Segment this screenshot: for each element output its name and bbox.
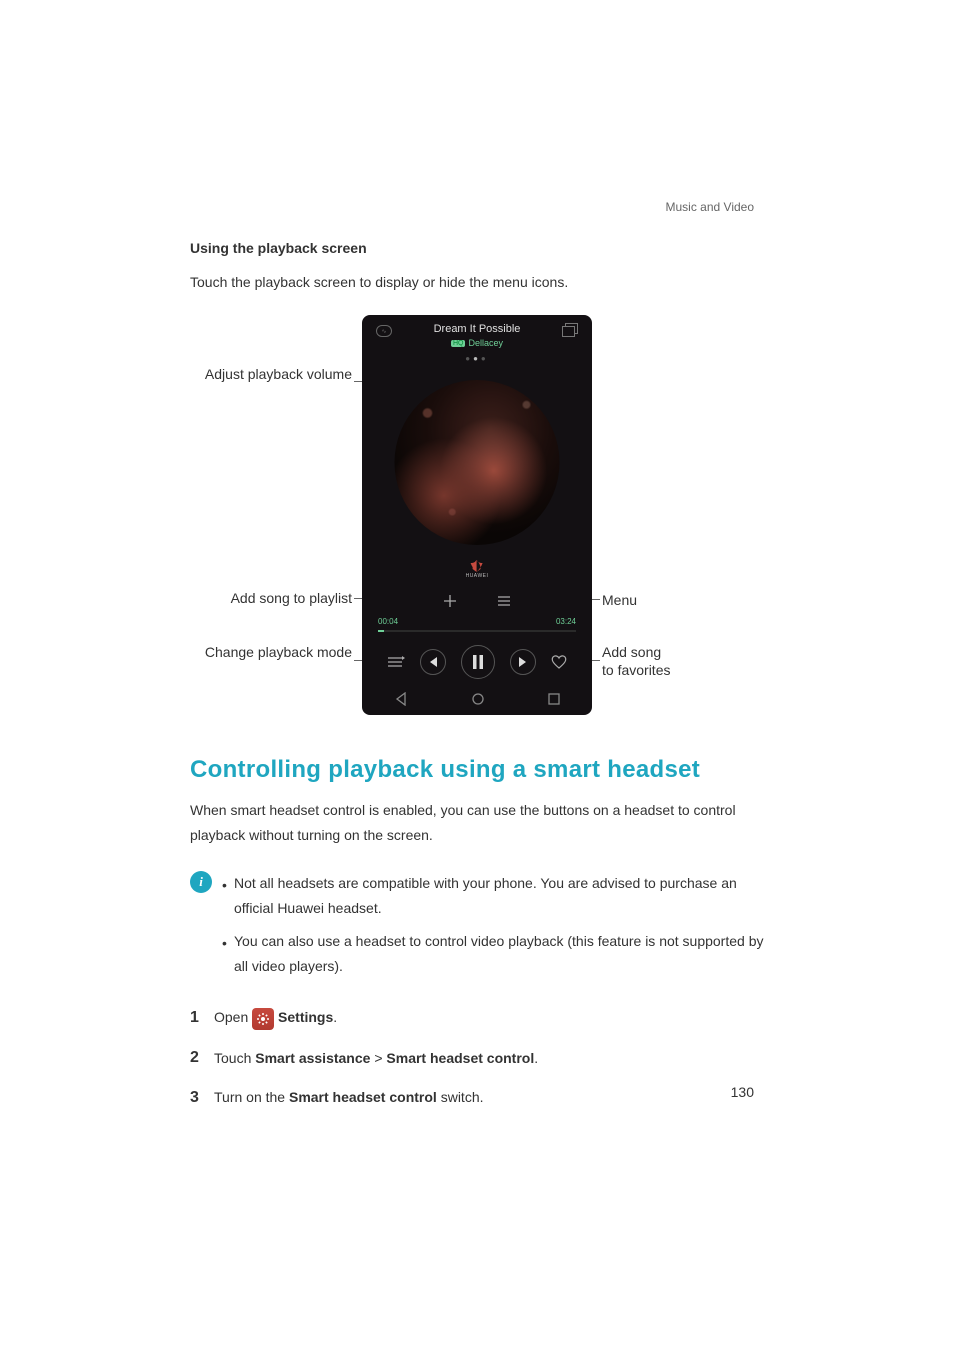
home-nav-icon[interactable]	[471, 692, 485, 711]
progress-bar[interactable]	[378, 630, 576, 632]
eq-icon[interactable]: ∿	[376, 325, 392, 337]
next-track-button[interactable]	[510, 649, 536, 675]
section-intro: When smart headset control is enabled, y…	[190, 798, 764, 848]
playback-mode-icon[interactable]	[387, 655, 405, 669]
android-navbar	[362, 687, 592, 715]
time-total: 03:24	[556, 617, 576, 626]
hq-badge: HQ	[451, 340, 466, 347]
back-nav-icon[interactable]	[394, 692, 408, 711]
recent-nav-icon[interactable]	[548, 692, 560, 710]
callout-change-mode: Change playback mode	[192, 643, 352, 661]
favorite-icon[interactable]	[551, 655, 567, 669]
page-number: 130	[731, 1084, 754, 1100]
track-title: Dream It Possible	[362, 323, 592, 335]
playback-figure: Adjust playback volume Add song to playl…	[190, 315, 764, 720]
play-pause-button[interactable]	[461, 645, 495, 679]
settings-icon	[252, 1008, 274, 1030]
info-bullet-1: •Not all headsets are compatible with yo…	[222, 871, 764, 921]
menu-icon[interactable]	[497, 594, 511, 608]
intro-text: Touch the playback screen to display or …	[190, 270, 764, 295]
artist-name: Dellacey	[468, 338, 503, 348]
steps-list: 1 Open Settings. 2 Touch Smart assistanc…	[190, 1005, 764, 1110]
add-to-playlist-icon[interactable]	[443, 594, 457, 608]
time-elapsed: 00:04	[378, 617, 398, 626]
info-bullet-2: •You can also use a headset to control v…	[222, 929, 764, 979]
chapter-label: Music and Video	[666, 200, 755, 214]
phone-screenshot: ∿ Dream It Possible HQDellacey ●●● HUAWE…	[362, 315, 592, 715]
queue-icon[interactable]	[562, 323, 578, 337]
page-dots: ●●●	[362, 354, 592, 363]
step-1: 1 Open Settings.	[190, 1005, 764, 1031]
callout-favorites: Add songto favorites	[602, 643, 670, 679]
album-art[interactable]	[395, 380, 560, 545]
previous-track-button[interactable]	[420, 649, 446, 675]
section-heading: Controlling playback using a smart heads…	[190, 756, 764, 784]
track-subtitle: HQDellacey	[362, 338, 592, 348]
callout-menu: Menu	[602, 591, 637, 609]
callout-volume: Adjust playback volume	[202, 365, 352, 383]
callout-add-playlist: Add song to playlist	[192, 589, 352, 607]
step-3: 3 Turn on the Smart headset control swit…	[190, 1085, 764, 1111]
subheading: Using the playback screen	[190, 240, 764, 256]
info-block: i •Not all headsets are compatible with …	[190, 871, 764, 988]
step-2: 2 Touch Smart assistance > Smart headset…	[190, 1045, 764, 1071]
info-icon: i	[190, 871, 212, 893]
brand-logo: HUAWEI	[466, 560, 489, 579]
